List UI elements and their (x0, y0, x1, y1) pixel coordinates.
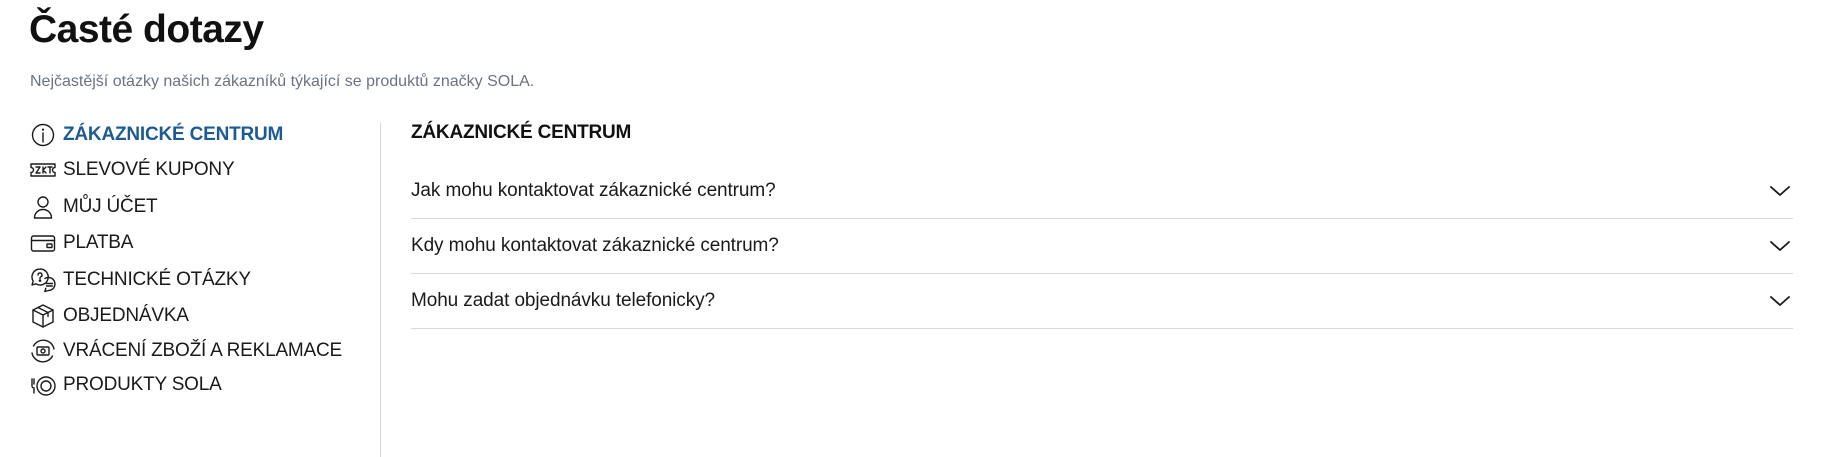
package-icon (29, 302, 57, 330)
chevron-down-icon (1770, 296, 1790, 306)
sidebar-item-zakaznicke-centrum[interactable]: ZÁKAZNICKÉ CENTRUM (29, 118, 283, 152)
sidebar-item-label: PLATBA (63, 232, 134, 253)
faq-question: Mohu zadat objednávku telefonicky? (411, 290, 715, 311)
sidebar-item-vraceni-zbozi[interactable]: VRÁCENÍ ZBOŽÍ A REKLAMACE (29, 334, 342, 368)
sidebar-item-label: TECHNICKÉ OTÁZKY (63, 269, 251, 290)
faq-page: Časté dotazy Nejčastější otázky našich z… (0, 0, 1827, 457)
faq-category-sidebar: ZÁKAZNICKÉ CENTRUM SLEVOVÉ KUPONY MŮJ ÚČ… (29, 118, 379, 457)
page-title: Časté dotazy (29, 8, 264, 51)
sidebar-item-produkty-sola[interactable]: PRODUKTY SOLA (29, 368, 222, 402)
user-icon (29, 193, 57, 221)
sidebar-item-objednavka[interactable]: OBJEDNÁVKA (29, 299, 189, 333)
tableware-icon (29, 371, 57, 399)
sidebar-divider (380, 122, 381, 457)
sidebar-item-slevove-kupony[interactable]: SLEVOVÉ KUPONY (29, 153, 235, 187)
faq-item[interactable]: Kdy mohu kontaktovat zákaznické centrum? (411, 219, 1793, 274)
faq-item[interactable]: Jak mohu kontaktovat zákaznické centrum? (411, 164, 1793, 219)
faq-accordion: Jak mohu kontaktovat zákaznické centrum?… (411, 164, 1793, 329)
question-chat-icon (29, 266, 57, 294)
page-subtitle: Nejčastější otázky našich zákazníků týka… (30, 73, 535, 90)
sidebar-item-label: PRODUKTY SOLA (63, 374, 222, 395)
sidebar-item-label: ZÁKAZNICKÉ CENTRUM (63, 124, 284, 145)
card-icon (29, 229, 57, 257)
chevron-down-icon (1770, 186, 1790, 196)
sidebar-item-label: MŮJ ÚČET (63, 196, 158, 217)
sidebar-item-label: SLEVOVÉ KUPONY (63, 159, 235, 180)
faq-question: Kdy mohu kontaktovat zákaznické centrum? (411, 235, 779, 256)
sidebar-item-muj-ucet[interactable]: MŮJ ÚČET (29, 190, 158, 224)
section-title: ZÁKAZNICKÉ CENTRUM (411, 122, 632, 143)
faq-item[interactable]: Mohu zadat objednávku telefonicky? (411, 274, 1793, 329)
chevron-down-icon (1770, 241, 1790, 251)
sidebar-item-platba[interactable]: PLATBA (29, 226, 133, 260)
sidebar-item-technicke-otazky[interactable]: TECHNICKÉ OTÁZKY (29, 263, 251, 297)
return-icon (29, 337, 57, 365)
sidebar-item-label: OBJEDNÁVKA (63, 305, 189, 326)
info-bubble-icon (29, 121, 57, 149)
sidebar-item-label: VRÁCENÍ ZBOŽÍ A REKLAMACE (63, 340, 343, 361)
faq-question: Jak mohu kontaktovat zákaznické centrum? (411, 180, 776, 201)
coupon-icon (29, 156, 57, 184)
